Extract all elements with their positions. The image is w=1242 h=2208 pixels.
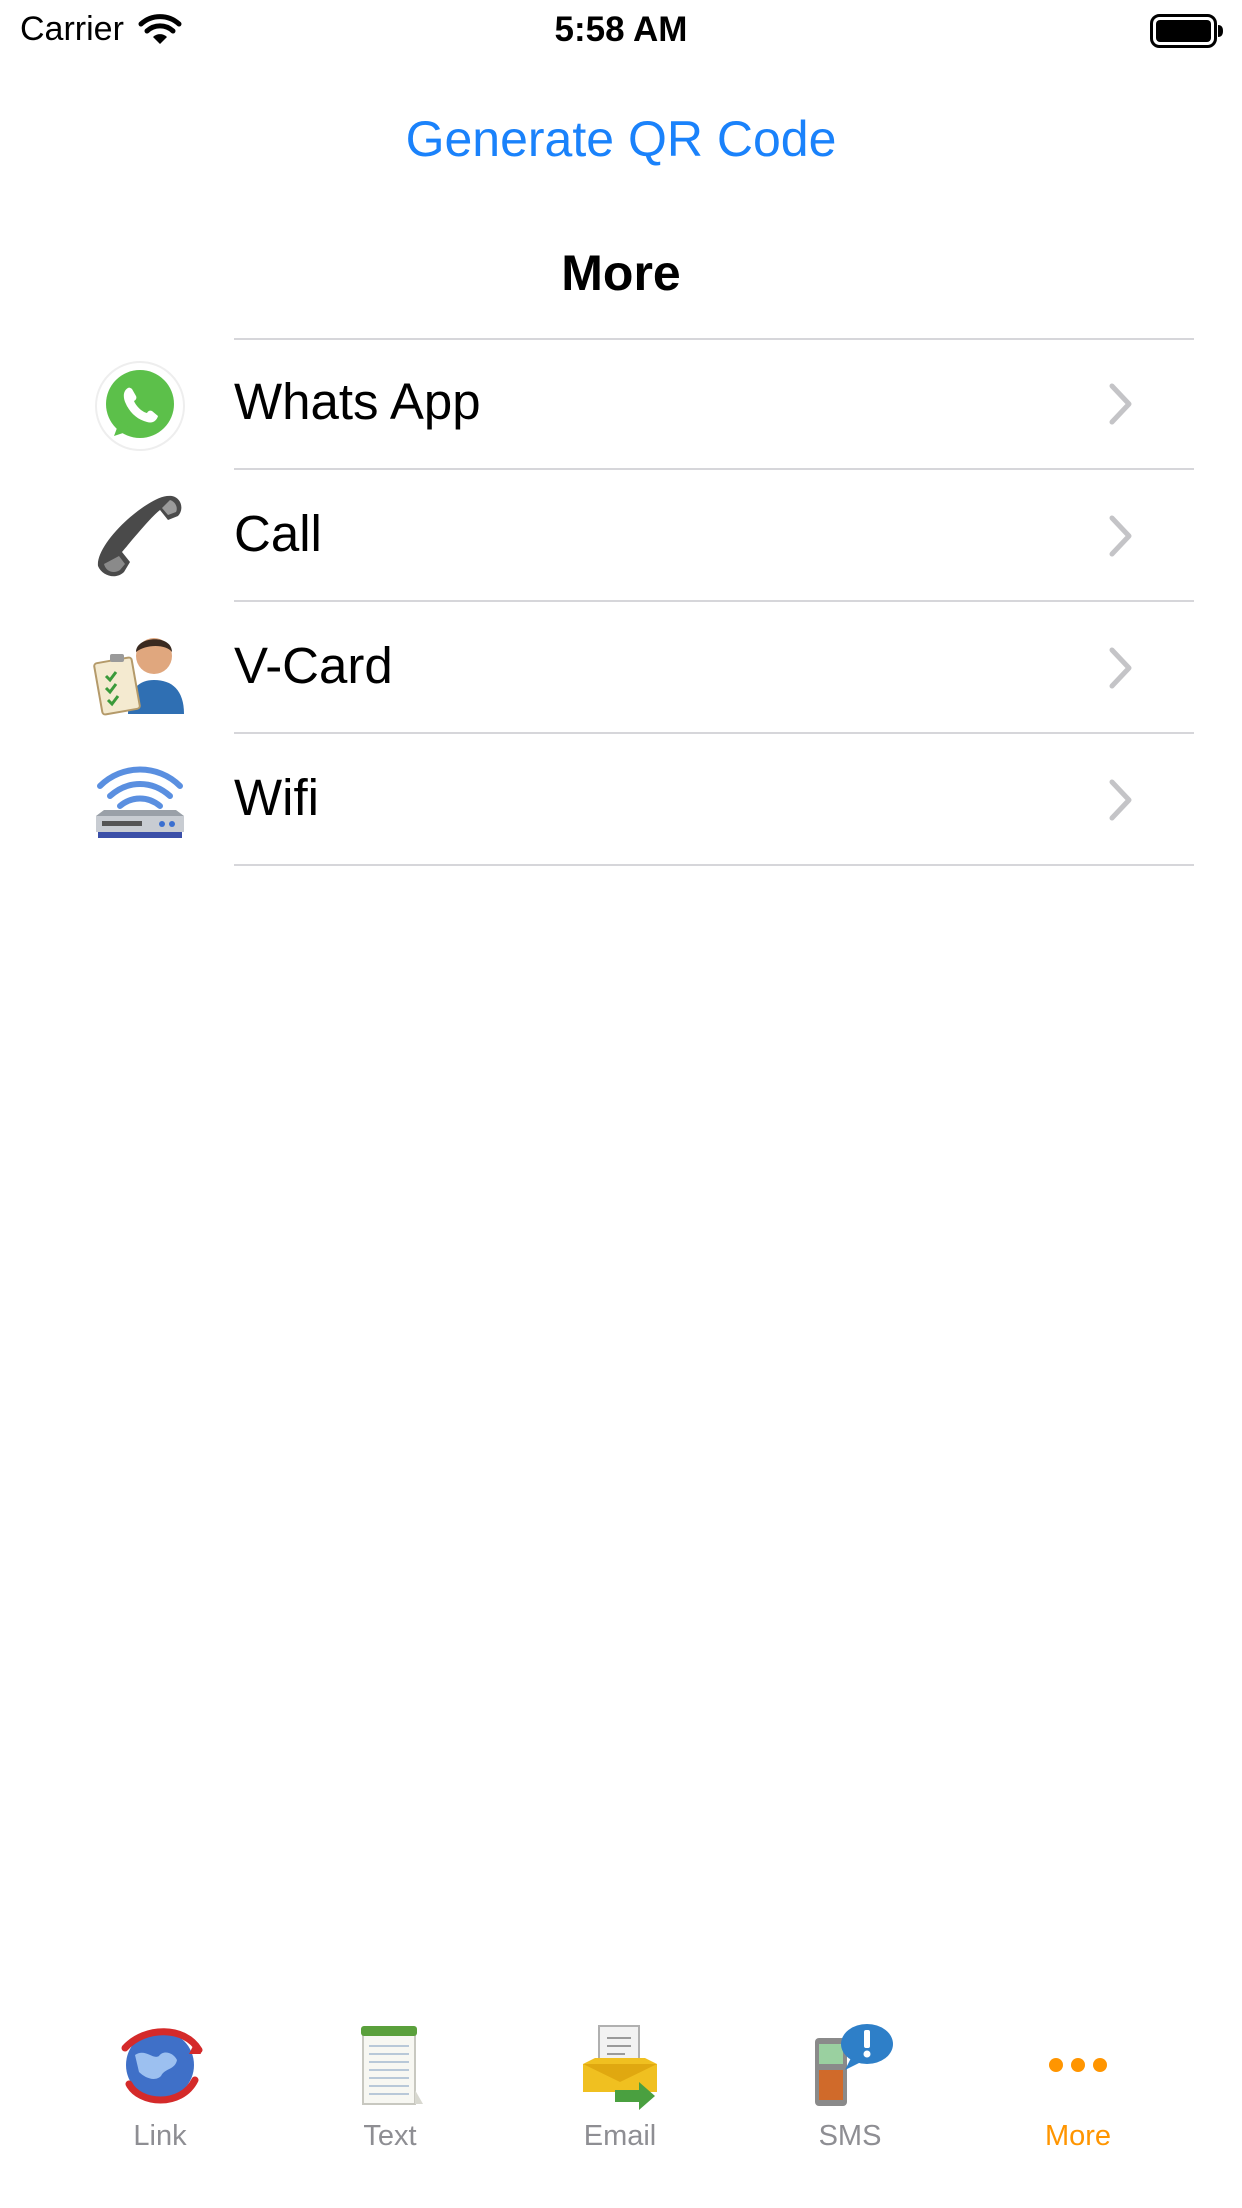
globe-link-icon	[121, 2028, 203, 2104]
tab-text[interactable]: Text	[300, 2020, 480, 2170]
more-dots-icon	[1049, 2058, 1107, 2072]
chevron-right-icon	[1109, 383, 1132, 425]
sms-phone-icon	[815, 2024, 893, 2106]
battery-icon	[1150, 14, 1223, 48]
status-time: 5:58 AM	[554, 10, 688, 49]
chevron-right-icon	[1109, 515, 1132, 557]
list-item-whatsapp[interactable]: Whats App	[0, 338, 1242, 470]
wifi-router-icon	[96, 766, 184, 838]
chevron-right-icon	[1109, 647, 1132, 689]
tab-label: Email	[583, 2120, 657, 2152]
chevron-right-icon	[1109, 779, 1132, 821]
generate-qr-code-button[interactable]: Generate QR Code	[0, 110, 1242, 168]
list-item-label: Whats App	[234, 373, 481, 430]
tab-label: More	[1044, 2120, 1112, 2152]
email-icon	[583, 2025, 657, 2110]
tab-sms[interactable]: SMS	[760, 2020, 940, 2170]
list-item-vcard[interactable]: V-Card	[0, 602, 1242, 734]
list-item-label: Wifi	[234, 769, 319, 826]
status-bar: Carrier 5:58 AM	[0, 0, 1242, 62]
tab-email[interactable]: Email	[530, 2020, 710, 2170]
phone-icon	[97, 495, 182, 577]
tab-bar: Link Text Email SMS More	[0, 2000, 1242, 2208]
more-options-list: Whats App Call V-Card Wifi	[0, 338, 1242, 866]
tab-link[interactable]: Link	[70, 2020, 250, 2170]
notepad-icon	[361, 2026, 423, 2105]
tab-more[interactable]: More	[988, 2020, 1168, 2170]
row-divider	[234, 864, 1194, 866]
list-item-call[interactable]: Call	[0, 470, 1242, 602]
section-title: More	[561, 245, 681, 301]
vcard-icon	[93, 638, 184, 716]
tab-label: SMS	[818, 2120, 882, 2152]
tab-label: Link	[133, 2120, 187, 2152]
tab-label: Text	[363, 2120, 417, 2152]
list-item-label: V-Card	[234, 637, 393, 694]
list-item-wifi[interactable]: Wifi	[0, 734, 1242, 866]
list-item-label: Call	[234, 505, 322, 562]
whatsapp-icon	[95, 361, 185, 451]
